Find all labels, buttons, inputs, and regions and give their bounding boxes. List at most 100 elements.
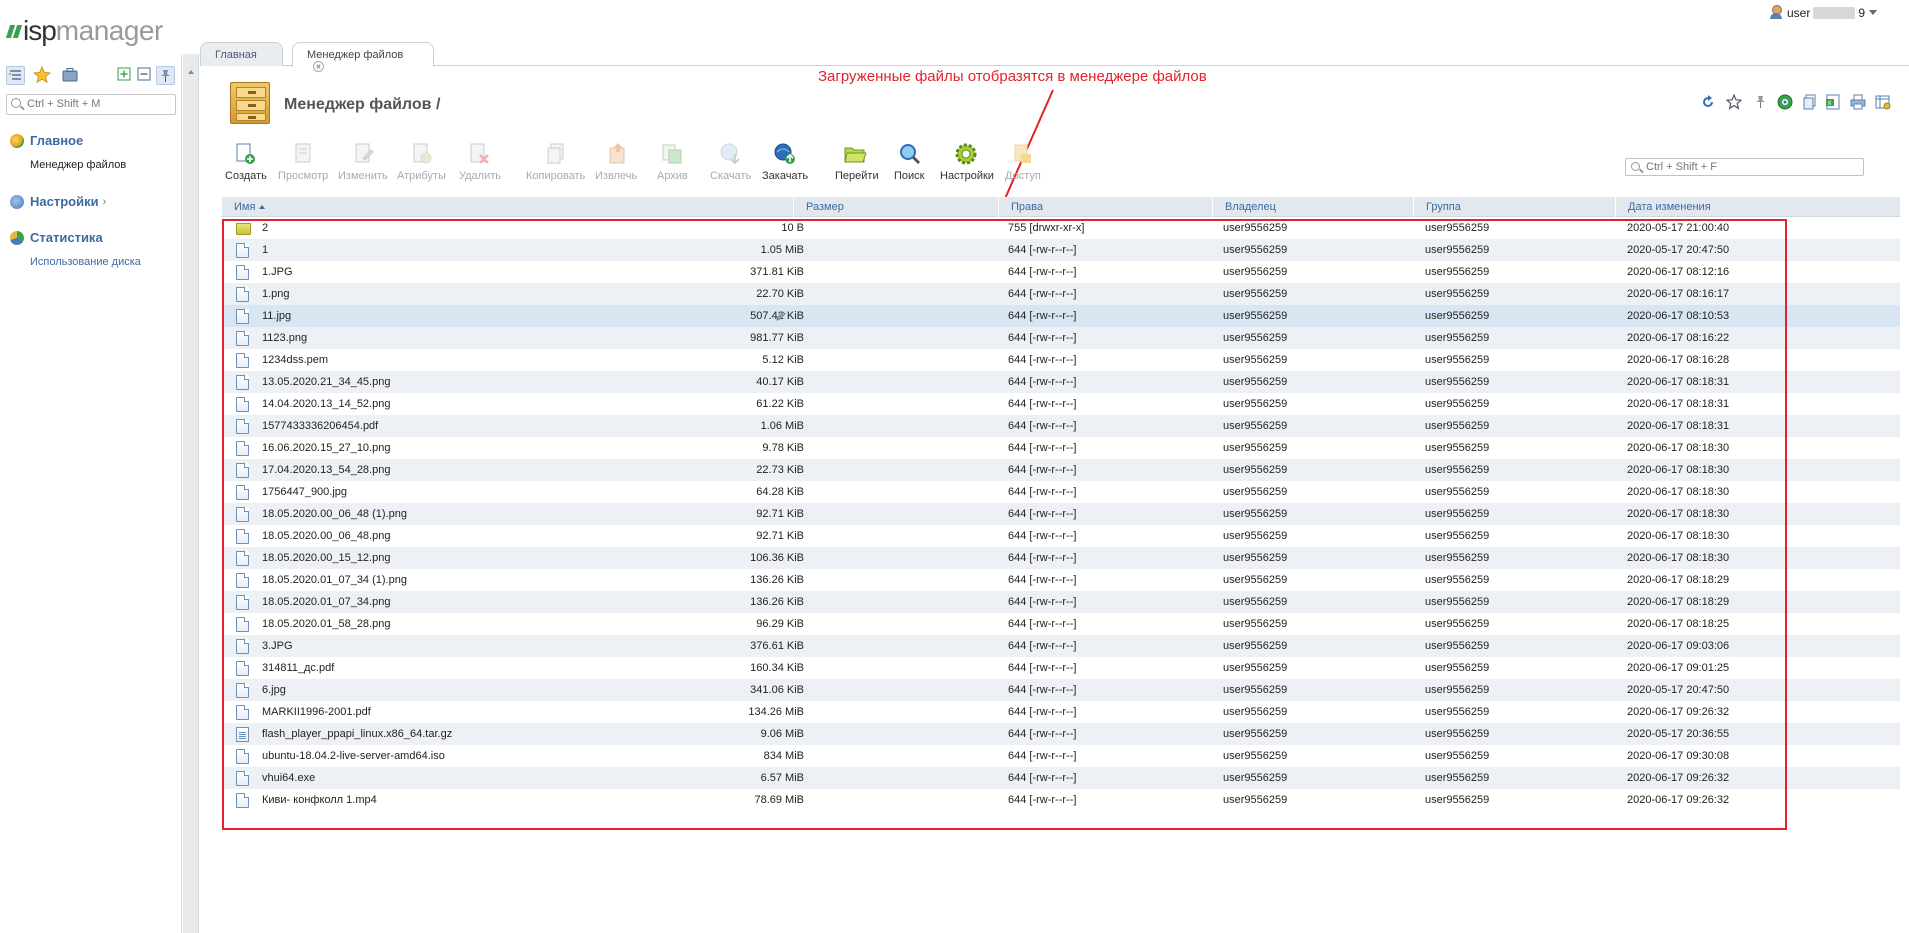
table-row[interactable]: 1756447_900.jpg 64.28 KiB 644 [-rw-r--r--]… xyxy=(222,481,1900,503)
settings-button[interactable]: Настройки xyxy=(938,142,994,186)
column-header-name[interactable]: Имя xyxy=(222,197,792,217)
globe-icon[interactable] xyxy=(1777,94,1793,110)
download-button[interactable]: Скачать xyxy=(708,142,754,186)
sidebar-section-settings[interactable]: Настройки › xyxy=(10,194,106,209)
briefcase-icon[interactable] xyxy=(61,66,80,85)
user-menu[interactable]: user 9 xyxy=(1769,5,1877,20)
table-search-field[interactable] xyxy=(1625,158,1864,176)
sidebar-search-input[interactable] xyxy=(27,98,167,110)
favorite-star-icon[interactable] xyxy=(1725,93,1743,110)
rename-pencil-icon[interactable] xyxy=(775,310,787,322)
pin-icon[interactable] xyxy=(156,66,175,85)
table-search-input[interactable] xyxy=(1646,161,1846,173)
tab-main[interactable]: Главная xyxy=(200,42,283,66)
sidebar-item-disk-usage[interactable]: Использование диска xyxy=(30,256,141,268)
table-row[interactable]: 16.06.2020.15_27_10.png 9.78 KiB 644 [-rw-… xyxy=(222,437,1900,459)
table-row[interactable]: 17.04.2020.13_54_28.png 22.73 KiB 644 [-rw… xyxy=(222,459,1900,481)
table-row[interactable]: vhui64.exe 6.57 MiB 644 [-rw-r--r--] user95… xyxy=(222,767,1900,789)
upload-button[interactable]: Закачать xyxy=(760,142,810,186)
table-row[interactable]: 1 1.05 MiB 644 [-rw-r--r--] user9556259 user… xyxy=(222,239,1900,261)
view-button[interactable]: Просмотр xyxy=(276,142,330,186)
sidebar-item-file-manager[interactable]: Менеджер файлов xyxy=(30,159,126,171)
close-tab-icon[interactable] xyxy=(313,61,324,72)
tab-file-manager[interactable]: Менеджер файлов xyxy=(292,42,434,72)
cell-modified: 2020-06-17 08:18:30 xyxy=(1627,486,1730,498)
table-row[interactable]: 18.05.2020.00_06_48 (1).png 92.71 KiB 644 … xyxy=(222,503,1900,525)
delete-button[interactable]: Удалить xyxy=(455,142,505,186)
cell-owner: user9556259 xyxy=(1223,794,1288,806)
access-button[interactable]: Доступ xyxy=(1002,142,1042,186)
table-row[interactable]: 11.jpg 507.42 KiB 644 [-rw-r--r--] user9556… xyxy=(222,305,1900,327)
cell-owner: user9556259 xyxy=(1223,442,1288,454)
columns-settings-icon[interactable] xyxy=(1875,94,1891,110)
expand-all-icon[interactable] xyxy=(116,66,135,85)
create-button[interactable]: Создать xyxy=(222,142,268,186)
copy-button[interactable]: Копировать xyxy=(524,142,588,186)
attributes-button[interactable]: Атрибуты xyxy=(395,142,449,186)
table-row[interactable]: 18.05.2020.00_06_48.png 92.71 KiB 644 [-rw… xyxy=(222,525,1900,547)
table-row[interactable]: 18.05.2020.01_58_28.png 96.29 KiB 644 [-rw… xyxy=(222,613,1900,635)
print-icon[interactable] xyxy=(1850,94,1866,110)
table-row[interactable]: 1234dss.pem 5.12 KiB 644 [-rw-r--r--] user9… xyxy=(222,349,1900,371)
favorites-star-icon[interactable] xyxy=(33,65,52,85)
table-row[interactable]: flash_player_ppapi_linux.x86_64.tar.gz 9.… xyxy=(222,723,1900,745)
file-icon xyxy=(236,573,249,588)
collapse-all-icon[interactable] xyxy=(136,66,155,85)
file-icon xyxy=(236,419,249,434)
table-row[interactable]: 1.JPG 371.81 KiB 644 [-rw-r--r--] user95562… xyxy=(222,261,1900,283)
table-row[interactable]: 18.05.2020.01_07_34 (1).png 136.26 KiB 644… xyxy=(222,569,1900,591)
cell-group: user9556259 xyxy=(1425,266,1490,278)
file-icon xyxy=(236,397,249,412)
table-row[interactable]: 14.04.2020.13_14_52.png 61.22 KiB 644 [-rw… xyxy=(222,393,1900,415)
isp-manager-logo[interactable]: isp manager xyxy=(5,15,163,46)
table-row[interactable]: Киви- конфколл 1.mp4 78.69 MiB 644 [-rw-r-… xyxy=(222,789,1900,811)
tree-view-icon[interactable] xyxy=(6,66,25,85)
cell-group: user9556259 xyxy=(1425,442,1490,454)
cell-modified: 2020-06-17 09:26:32 xyxy=(1627,706,1730,718)
pin-icon[interactable] xyxy=(1752,94,1768,110)
table-row[interactable]: 1123.png 981.77 KiB 644 [-rw-r--r--] user95… xyxy=(222,327,1900,349)
go-to-button[interactable]: Перейти xyxy=(832,142,879,186)
cell-modified: 2020-06-17 08:18:30 xyxy=(1627,464,1730,476)
table-row[interactable]: 18.05.2020.00_15_12.png 106.36 KiB 644 [-r… xyxy=(222,547,1900,569)
refresh-icon[interactable] xyxy=(1700,94,1716,110)
table-row[interactable]: 1.png 22.70 KiB 644 [-rw-r--r--] user955625… xyxy=(222,283,1900,305)
cell-modified: 2020-06-17 08:12:16 xyxy=(1627,266,1730,278)
column-header-owner[interactable]: Владелец xyxy=(1212,197,1412,217)
search-button[interactable]: Поиск xyxy=(892,142,928,186)
cell-owner: user9556259 xyxy=(1223,266,1288,278)
table-row[interactable]: MARKII1996-2001.pdf 134.26 MiB 644 [-rw-r-… xyxy=(222,701,1900,723)
column-header-permissions[interactable]: Права xyxy=(998,197,1206,217)
sidebar-section-main[interactable]: Главное xyxy=(10,133,83,148)
table-row[interactable]: 314811_дс.pdf 160.34 KiB 644 [-rw-r--r--] u… xyxy=(222,657,1900,679)
cell-name: flash_player_ppapi_linux.x86_64.tar.gz xyxy=(262,728,453,740)
cell-name: 18.05.2020.01_07_34.png xyxy=(262,596,391,608)
cell-permissions: 644 [-rw-r--r--] xyxy=(1008,552,1077,564)
edit-button[interactable]: Изменить xyxy=(336,142,390,186)
sidebar-search-field[interactable] xyxy=(6,94,176,115)
table-row[interactable]: 6.jpg 341.06 KiB 644 [-rw-r--r--] user95562… xyxy=(222,679,1900,701)
cell-owner: user9556259 xyxy=(1223,376,1288,388)
extract-button[interactable]: Извлечь xyxy=(592,142,642,186)
cell-owner: user9556259 xyxy=(1223,618,1288,630)
column-header-modified[interactable]: Дата изменения xyxy=(1615,197,1900,217)
column-header-size[interactable]: Размер xyxy=(793,197,993,217)
table-row[interactable]: ubuntu-18.04.2-live-server-amd64.iso 834 … xyxy=(222,745,1900,767)
column-header-group[interactable]: Группа xyxy=(1413,197,1613,217)
copy-page-icon[interactable] xyxy=(1802,94,1818,110)
export-excel-icon[interactable]: X xyxy=(1825,94,1841,110)
table-row[interactable]: 2 10 B 755 [drwxr-xr-x] user9556259 user9556… xyxy=(222,217,1900,239)
archive-button[interactable]: Архив xyxy=(650,142,694,186)
cell-owner: user9556259 xyxy=(1223,750,1288,762)
scroll-up-arrow-icon[interactable] xyxy=(188,70,194,74)
sidebar-section-settings-label: Настройки xyxy=(30,194,99,209)
cell-permissions: 644 [-rw-r--r--] xyxy=(1008,508,1077,520)
sidebar-splitter[interactable] xyxy=(183,54,199,933)
sidebar-section-statistics[interactable]: Статистика xyxy=(10,230,103,245)
table-row[interactable]: 13.05.2020.21_34_45.png 40.17 KiB 644 [-rw… xyxy=(222,371,1900,393)
table-row[interactable]: 18.05.2020.01_07_34.png 136.26 KiB 644 [-r… xyxy=(222,591,1900,613)
table-row[interactable]: 1577433336206454.pdf 1.06 MiB 644 [-rw-r--… xyxy=(222,415,1900,437)
extract-label: Извлечь xyxy=(595,170,638,182)
table-row[interactable]: 3.JPG 376.61 KiB 644 [-rw-r--r--] user95562… xyxy=(222,635,1900,657)
cell-permissions: 644 [-rw-r--r--] xyxy=(1008,486,1077,498)
